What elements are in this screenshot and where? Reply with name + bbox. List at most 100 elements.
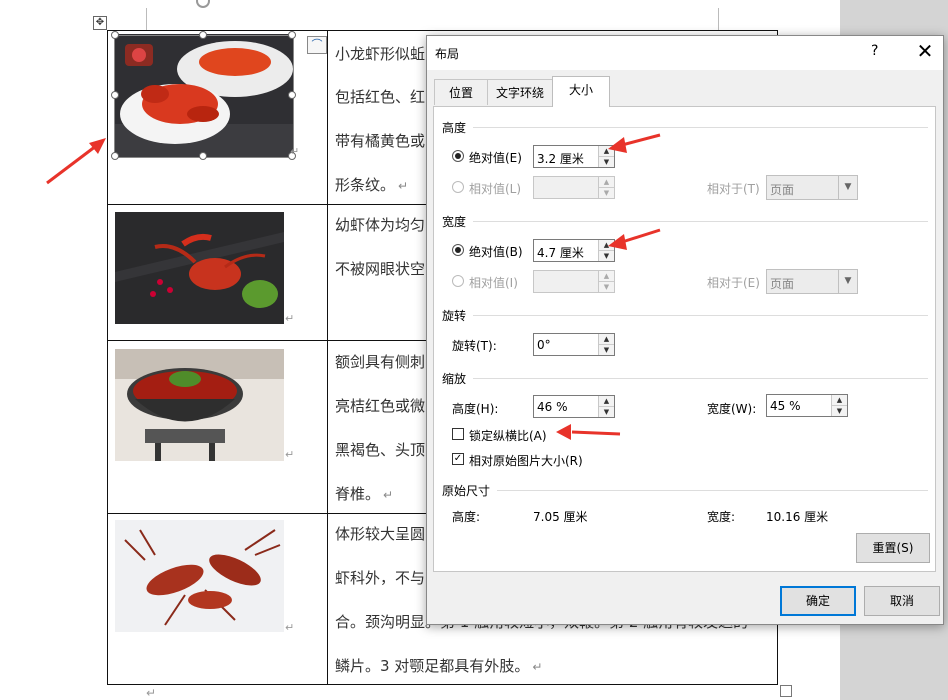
spin-up-button[interactable]: ▲ (599, 271, 614, 282)
size-tab-panel (433, 106, 936, 572)
cell-text-line: 形条纹。 ↵ (335, 176, 409, 194)
cell-text-line: 不被网眼状空 (335, 260, 426, 278)
width-relative-to-select[interactable]: 页面 ▼ (766, 269, 858, 294)
cell-text-line: 幼虾体为均匀 (335, 216, 426, 234)
resize-handle[interactable] (199, 152, 207, 160)
cell-text-line: 额剑具有侧刺 (335, 353, 426, 371)
rotation-label: 旋转(T): (452, 339, 497, 353)
width-relative-label: 相对值(I) (469, 276, 518, 290)
resize-handle[interactable] (288, 31, 296, 39)
page-margin-corner-right (718, 8, 719, 30)
cell-text-line: 带有橘黄色或 (335, 132, 426, 150)
height-absolute-label: 绝对值(E) (469, 151, 522, 165)
paragraph-mark: ↵ (383, 488, 394, 502)
cell-end-mark: ↵ (285, 448, 295, 461)
height-absolute-input[interactable]: 3.2 厘米 ▲ ▼ (533, 145, 615, 168)
resize-handle[interactable] (199, 31, 207, 39)
page-margin-corner-left (146, 8, 147, 30)
cell-text-line: 鳞片。3 对颚足都具有外肢。 ↵ (335, 657, 543, 675)
width-relative-radio[interactable] (452, 275, 464, 287)
paragraph-mark: ↵ (146, 686, 157, 700)
chevron-down-icon: ▼ (838, 270, 857, 293)
spin-up-button[interactable]: ▲ (599, 240, 614, 251)
spin-down-button[interactable]: ▼ (599, 407, 614, 417)
resize-handle[interactable] (111, 31, 119, 39)
resize-handle[interactable] (111, 91, 119, 99)
width-absolute-radio[interactable] (452, 244, 464, 256)
chevron-down-icon: ▼ (838, 176, 857, 199)
cancel-button[interactable]: 取消 (864, 586, 940, 616)
dialog-title: 布局 (435, 47, 460, 61)
cell-end-mark: ↵ (285, 621, 295, 634)
spin-up-button[interactable]: ▲ (599, 334, 614, 345)
close-icon[interactable]: ✕ (913, 39, 937, 63)
rotation-section-label: 旋转 (442, 309, 467, 323)
layout-dialog: 布局 ? ✕ 位置 文字环绕 大小 高度 绝对值(E) 3.2 厘米 ▲ ▼ 相对… (426, 35, 944, 625)
height-absolute-radio[interactable] (452, 150, 464, 162)
lock-aspect-ratio-checkbox[interactable] (452, 428, 464, 440)
cell-text-line: 脊椎。 ↵ (335, 485, 394, 503)
cell-text-line: 虾科外，不与 (335, 569, 426, 587)
scale-section-label: 缩放 (442, 372, 467, 386)
spin-down-button[interactable]: ▼ (599, 157, 614, 167)
height-relative-to-label: 相对于(T) (707, 182, 760, 196)
relative-original-size-checkbox[interactable]: ✓ (452, 453, 464, 465)
height-relative-to-select[interactable]: 页面 ▼ (766, 175, 858, 200)
cell-end-mark: ↵ (290, 145, 300, 158)
spin-down-button[interactable]: ▼ (832, 406, 847, 416)
scale-height-input[interactable]: 46 % ▲ ▼ (533, 395, 615, 418)
dialog-titlebar: 布局 ? ✕ (427, 36, 943, 70)
spin-down-button[interactable]: ▼ (599, 282, 614, 292)
resize-handle[interactable] (111, 152, 119, 160)
height-relative-input[interactable]: ▲ ▼ (533, 176, 615, 199)
spin-up-button[interactable]: ▲ (599, 177, 614, 188)
width-absolute-input[interactable]: 4.7 厘米 ▲ ▼ (533, 239, 615, 262)
relative-original-size-label: 相对原始图片大小(R) (469, 454, 583, 468)
original-width-value: 10.16 厘米 (766, 510, 829, 524)
tab-position[interactable]: 位置 (434, 79, 488, 105)
ok-button[interactable]: 确定 (780, 586, 856, 616)
spin-down-button[interactable]: ▼ (599, 251, 614, 261)
width-section-label: 宽度 (442, 215, 467, 229)
reset-button[interactable]: 重置(S) (856, 533, 930, 563)
cell-text-line: 体形较大呈圆 (335, 525, 426, 543)
cell-text-line: 黑褐色、头顶 (335, 441, 426, 459)
tab-text-wrapping[interactable]: 文字环绕 (487, 79, 553, 105)
scale-width-input[interactable]: 45 % ▲ ▼ (766, 394, 848, 417)
lock-aspect-ratio-label: 锁定纵横比(A) (469, 429, 547, 443)
cell-text-line: 包括红色、红 (335, 88, 426, 106)
layout-options-icon[interactable]: ⌒ (307, 36, 327, 54)
width-absolute-label: 绝对值(B) (469, 245, 523, 259)
original-width-label: 宽度: (707, 510, 736, 524)
crayfish-live-photo[interactable] (115, 520, 284, 632)
crayfish-pot-photo[interactable] (115, 349, 284, 461)
original-height-label: 高度: (452, 510, 481, 524)
rotation-input[interactable]: 0° ▲ ▼ (533, 333, 615, 356)
crayfish-plate-photo[interactable] (115, 34, 293, 158)
paragraph-mark: ↵ (398, 179, 409, 193)
table-resize-handle[interactable] (780, 685, 792, 697)
scale-height-label: 高度(H): (452, 402, 499, 416)
height-relative-label: 相对值(L) (469, 182, 522, 196)
original-size-section-label: 原始尺寸 (442, 484, 491, 498)
resize-handle[interactable] (288, 91, 296, 99)
cell-text-line: 小龙虾形似蚯 (335, 45, 426, 63)
paragraph-mark: ↵ (532, 660, 543, 674)
original-height-value: 7.05 厘米 (533, 510, 588, 524)
height-relative-radio[interactable] (452, 181, 464, 193)
tab-size[interactable]: 大小 (552, 76, 610, 107)
crayfish-chili-photo[interactable] (115, 212, 284, 324)
spin-up-button[interactable]: ▲ (832, 395, 847, 406)
table-move-handle[interactable]: ✥ (93, 16, 107, 30)
spin-down-button[interactable]: ▼ (599, 188, 614, 198)
height-section-label: 高度 (442, 121, 467, 135)
cell-text-line: 亮桔红色或微 (335, 397, 426, 415)
spin-up-button[interactable]: ▲ (599, 396, 614, 407)
width-relative-input[interactable]: ▲ ▼ (533, 270, 615, 293)
spin-down-button[interactable]: ▼ (599, 345, 614, 355)
spin-up-button[interactable]: ▲ (599, 146, 614, 157)
cell-end-mark: ↵ (285, 312, 295, 325)
scale-width-label: 宽度(W): (707, 402, 757, 416)
help-button[interactable]: ? (871, 43, 878, 59)
width-relative-to-label: 相对于(E) (707, 276, 760, 290)
